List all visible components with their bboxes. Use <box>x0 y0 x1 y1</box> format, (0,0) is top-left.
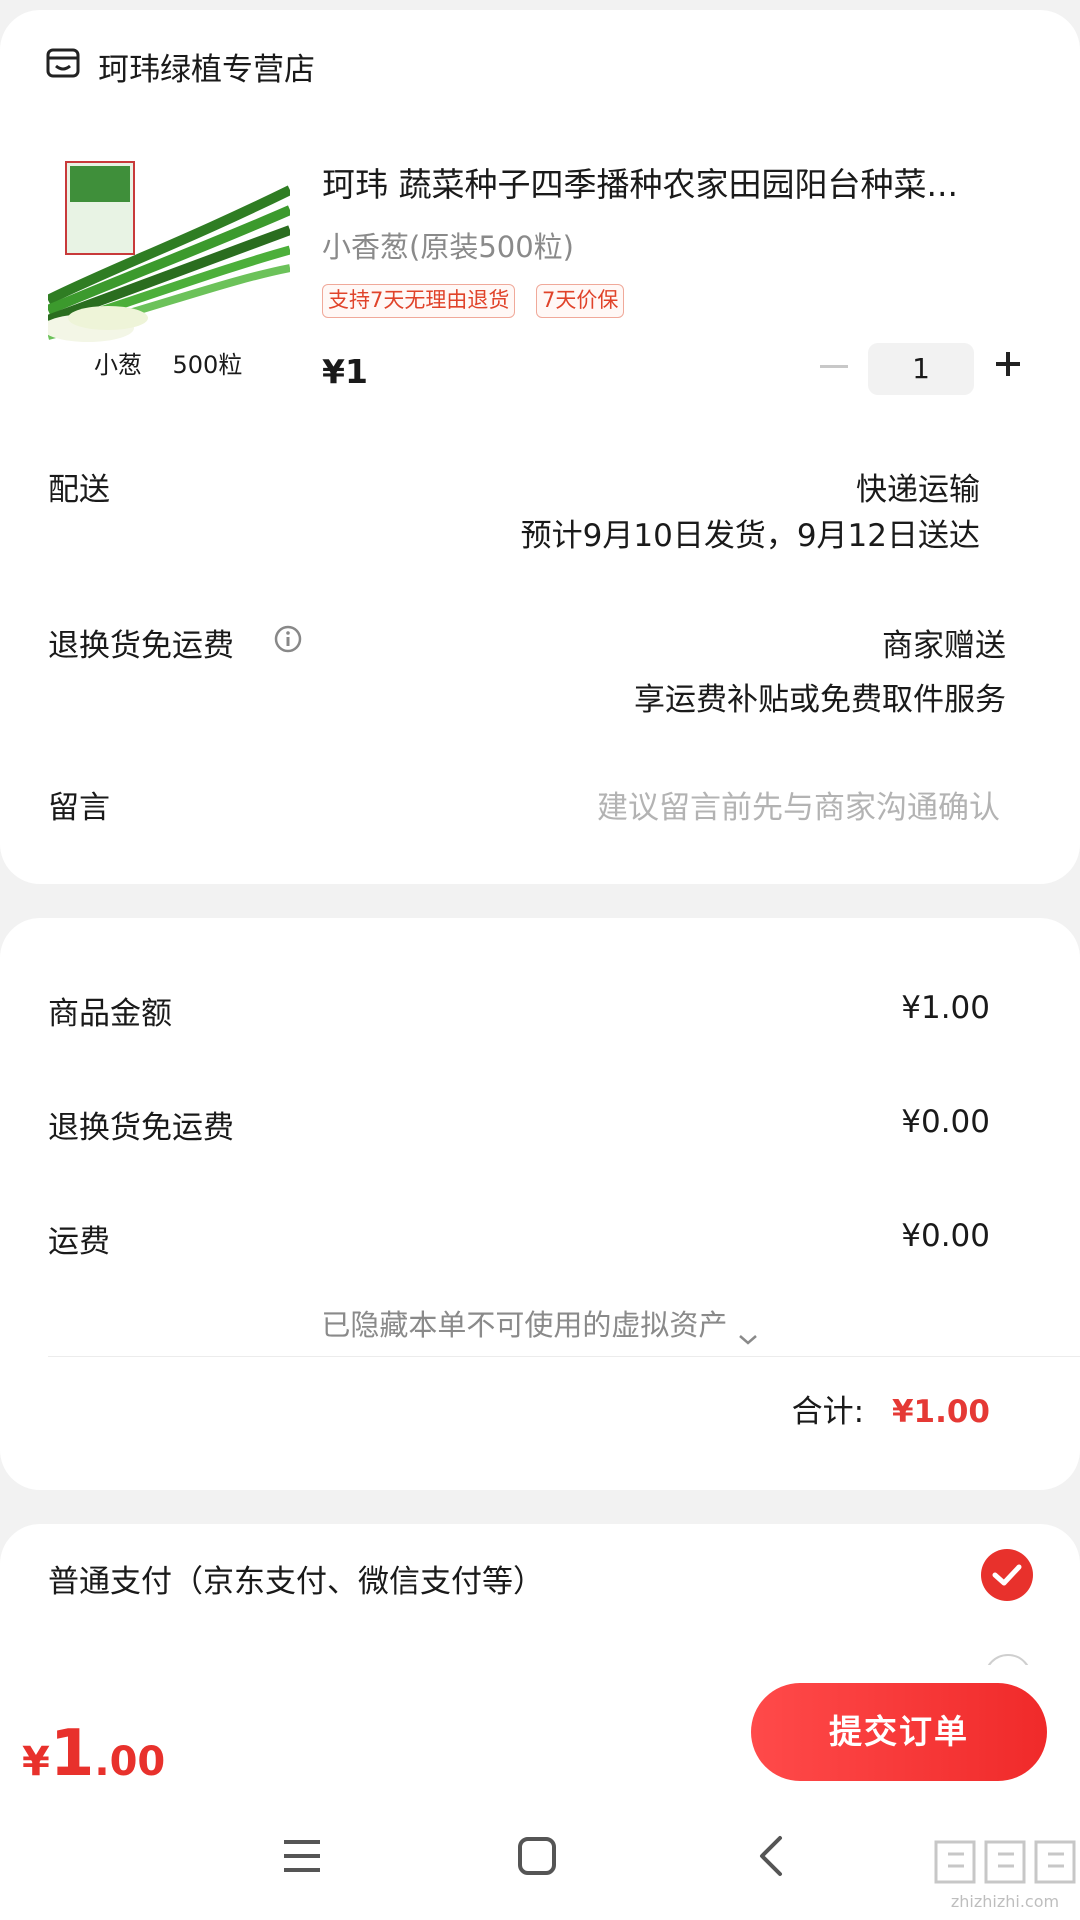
return-shipping-value: 商家赠送 <box>882 628 1006 664</box>
bottom-total-price: ¥1.00 <box>22 1717 165 1791</box>
freight-value: ¥0.00 <box>901 1218 990 1254</box>
product-price: ¥1 <box>322 352 368 391</box>
price-summary-card: 商品金额 ¥1.00 退换货免运费 ¥0.00 运费 ¥0.00 已隐藏本单不可… <box>0 918 1080 1490</box>
hidden-assets-text: 已隐藏本单不可使用的虚拟资产 <box>321 1308 728 1342</box>
summary-divider <box>48 1356 1080 1357</box>
return-fee-label: 退换货免运费 <box>48 1110 234 1146</box>
order-card: 珂玮绿植专营店 小葱 500粒 珂玮 蔬菜种子四季播种农家田园阳台种菜... 小… <box>0 10 1080 884</box>
submit-order-button[interactable]: 提交订单 <box>751 1683 1047 1781</box>
chevron-down-icon <box>737 1320 759 1345</box>
checkmark-icon[interactable] <box>980 1548 1034 1602</box>
bottom-currency: ¥ <box>22 1739 50 1785</box>
delivery-method[interactable]: 快递运输 <box>856 464 980 509</box>
product-title[interactable]: 珂玮 蔬菜种子四季播种农家田园阳台种菜... <box>322 158 1022 206</box>
watermark-domain: zhizhizhi.com <box>950 1892 1060 1911</box>
watermark-logo <box>934 1840 1076 1884</box>
product-spec[interactable]: 小香葱(原装500粒) <box>322 224 574 266</box>
payment-option-label[interactable]: 普通支付（京东支付、微信支付等） <box>48 1556 544 1601</box>
store-icon <box>46 46 80 80</box>
plus-icon[interactable] <box>994 350 1022 378</box>
message-input[interactable]: 建议留言前先与商家沟通确认 <box>597 782 1000 827</box>
freight-label: 运费 <box>48 1224 110 1260</box>
recent-apps-icon[interactable] <box>282 1838 322 1874</box>
bottom-price-int: 1 <box>49 1717 95 1791</box>
bottom-price-dec: .00 <box>94 1739 166 1785</box>
back-icon[interactable] <box>756 1834 786 1878</box>
home-icon[interactable] <box>517 1836 557 1876</box>
delivery-label: 配送 <box>48 472 110 508</box>
message-label: 留言 <box>48 790 110 826</box>
return-shipping-label: 退换货免运费 <box>48 628 234 664</box>
return-shipping-desc: 享运费补贴或免费取件服务 <box>634 682 1006 718</box>
total-row: 合计: ¥1.00 <box>792 1386 990 1431</box>
store-name[interactable]: 珂玮绿植专营店 <box>98 44 315 89</box>
goods-amount-value: ¥1.00 <box>901 990 990 1026</box>
delivery-estimate: 预计9月10日发货，9月12日送达 <box>520 518 980 554</box>
watermark: zhizhizhi.com <box>930 1838 1080 1918</box>
quantity-input[interactable]: 1 <box>868 343 974 395</box>
product-image-caption: 小葱 500粒 <box>94 351 243 379</box>
price-protect-tag: 7天价保 <box>536 284 625 318</box>
return-policy-tag: 支持7天无理由退货 <box>322 284 516 318</box>
return-fee-value: ¥0.00 <box>901 1104 990 1140</box>
total-label: 合计: <box>791 1394 865 1430</box>
hidden-assets-toggle[interactable]: 已隐藏本单不可使用的虚拟资产 <box>0 1302 1080 1345</box>
info-icon[interactable] <box>273 624 303 654</box>
total-value: ¥1.00 <box>891 1394 990 1430</box>
minus-icon[interactable] <box>820 365 848 368</box>
goods-amount-label: 商品金额 <box>48 996 172 1032</box>
